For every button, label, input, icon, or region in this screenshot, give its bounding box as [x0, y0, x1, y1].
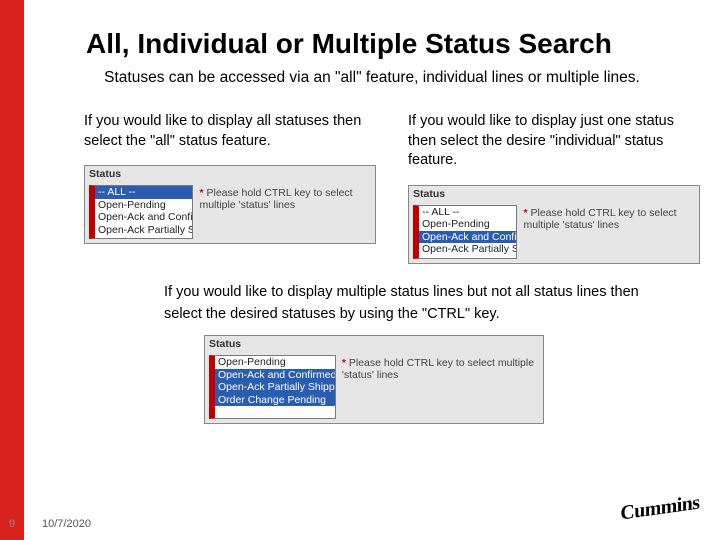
status-widget-multiple: Status Open-Pending Open-Ack and Confirm… [204, 335, 544, 424]
status-listbox-individual[interactable]: -- ALL -- Open-Pending Open-Ack and Conf… [413, 205, 517, 259]
status-label: Status [205, 336, 543, 352]
status-label: Status [409, 186, 699, 202]
list-item[interactable]: -- ALL -- [95, 186, 192, 199]
status-hint: * Please hold CTRL key to select multipl… [523, 205, 695, 259]
status-listbox-multiple[interactable]: Open-Pending Open-Ack and Confirmed Open… [209, 355, 336, 419]
slide-footer: 9 10/7/2020 [0, 518, 720, 530]
page-subtitle: Statuses can be accessed via an "all" fe… [24, 68, 720, 112]
left-column: If you would like to display all statuse… [84, 112, 376, 264]
footer-date: 10/7/2020 [24, 518, 91, 530]
status-widget-all: Status -- ALL -- Open-Pending Open-Ack a… [84, 165, 376, 244]
slide-content: All, Individual or Multiple Status Searc… [24, 0, 720, 540]
list-item[interactable]: -- ALL -- [419, 206, 516, 219]
list-item[interactable]: Open-Pending [419, 218, 516, 231]
middle-widget-wrap: Status Open-Pending Open-Ack and Confirm… [24, 335, 720, 424]
status-hint: * Please hold CTRL key to select multipl… [342, 355, 539, 419]
page-number: 9 [0, 518, 24, 530]
list-item[interactable]: Open-Pending [95, 199, 192, 212]
list-item[interactable]: Open-Ack and Confirmed [95, 211, 192, 224]
list-item[interactable]: Open-Ack Partially Shipped [419, 243, 516, 256]
list-item[interactable]: Order Change Pending [215, 394, 335, 407]
list-item[interactable]: Open-Ack Partially Shipped [95, 224, 192, 237]
status-label: Status [85, 166, 375, 182]
right-column: If you would like to display just one st… [408, 112, 700, 264]
list-item[interactable]: Open-Ack and Confirmed [215, 369, 335, 382]
list-item[interactable]: Open-Ack Partially Shipped [215, 381, 335, 394]
list-item[interactable]: Open-Pending [215, 356, 335, 369]
status-hint: * Please hold CTRL key to select multipl… [199, 185, 371, 239]
right-instruction: If you would like to display just one st… [408, 112, 700, 171]
accent-sidebar [0, 0, 24, 540]
status-listbox-all[interactable]: -- ALL -- Open-Pending Open-Ack and Conf… [89, 185, 193, 239]
left-instruction: If you would like to display all statuse… [84, 112, 376, 151]
status-widget-individual: Status -- ALL -- Open-Pending Open-Ack a… [408, 185, 700, 264]
page-title: All, Individual or Multiple Status Searc… [24, 0, 720, 68]
middle-instruction: If you would like to display multiple st… [24, 264, 720, 336]
list-item[interactable]: Open-Ack and Confirmed [419, 231, 516, 244]
two-column-row: If you would like to display all statuse… [24, 112, 720, 264]
